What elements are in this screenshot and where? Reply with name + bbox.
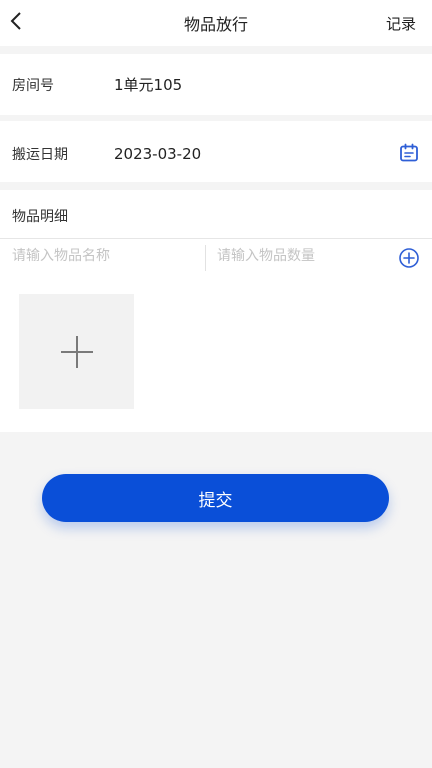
date-field[interactable] [114,143,374,165]
item-name-input[interactable] [12,244,198,268]
calendar-button[interactable] [398,142,420,164]
page-title: 物品放行 [183,15,248,34]
date-label: 搬运日期 [12,147,68,163]
calendar-icon [400,143,418,162]
room-value: 1单元105 [114,76,183,94]
room-row: 房间号 1单元105 [0,54,432,115]
record-link[interactable]: 记录 [386,0,416,46]
plus-circle-icon [399,248,419,268]
item-detail-title: 物品明细 [12,209,68,225]
plus-icon [60,335,93,368]
image-upload-button[interactable] [19,294,134,409]
submit-button[interactable]: 提交 [42,474,389,522]
item-quantity-input[interactable] [217,244,387,268]
add-item-button[interactable] [398,247,420,269]
item-detail-section: 物品明细 [0,190,432,432]
date-row: 搬运日期 [0,121,432,182]
header-bar: 物品放行 记录 [0,0,432,46]
divider [205,245,206,271]
divider [0,238,432,239]
room-label: 房间号 [12,78,54,94]
page: 物品放行 记录 房间号 1单元105 搬运日期 物品明细 [0,0,432,768]
